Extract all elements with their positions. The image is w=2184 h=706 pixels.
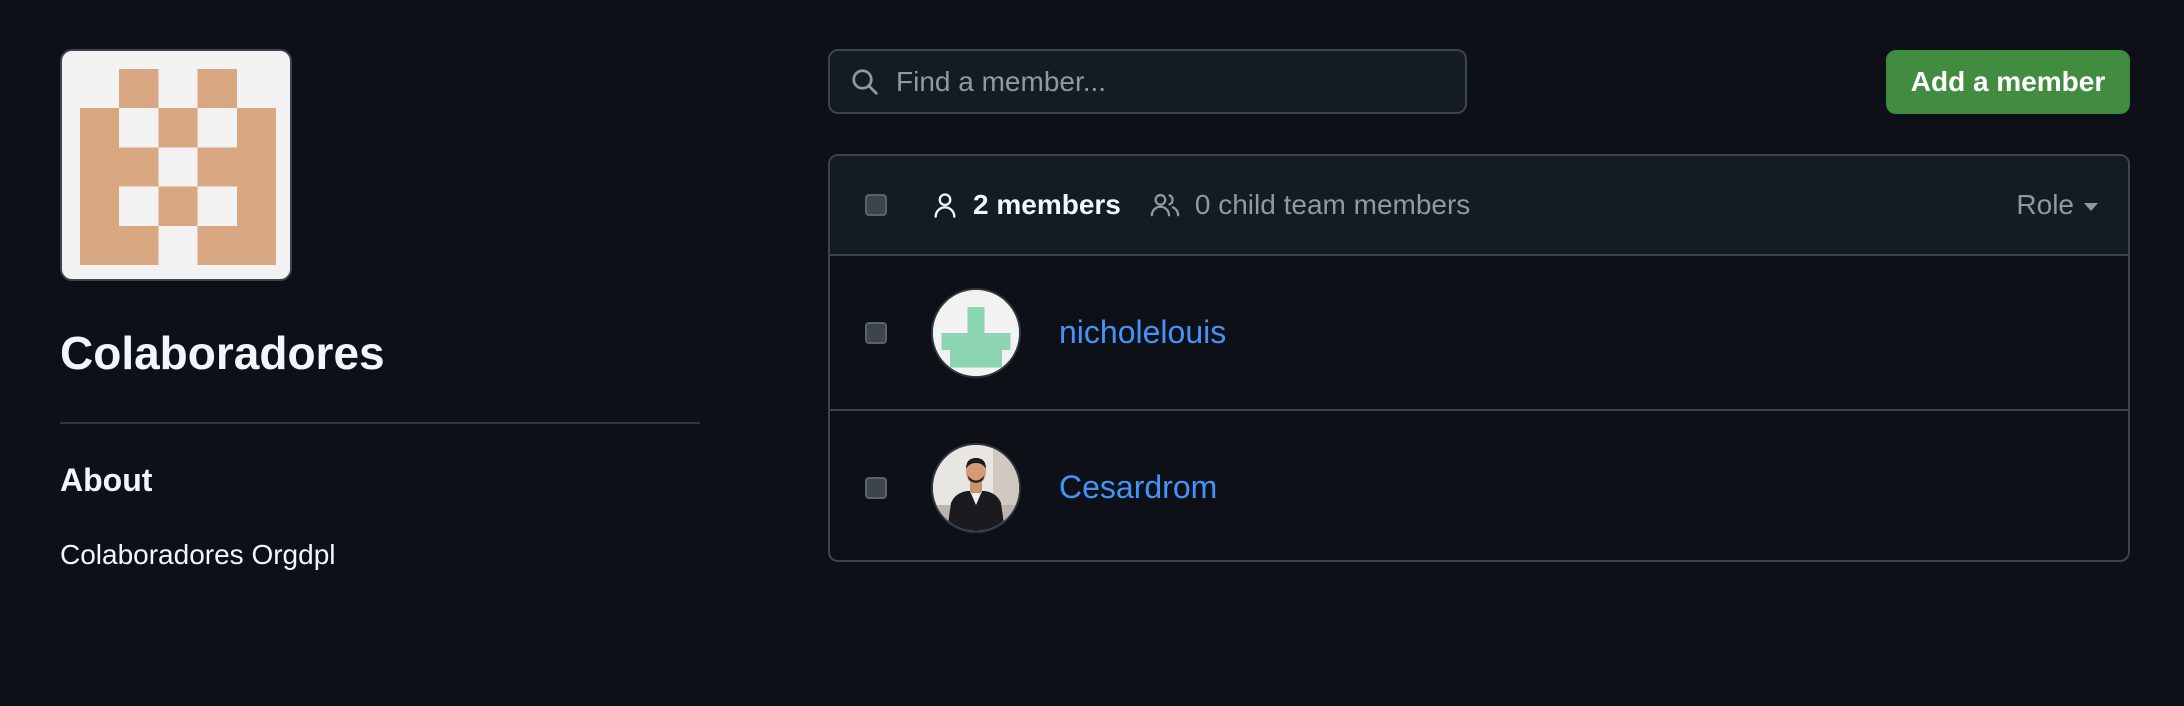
person-icon [931, 190, 959, 220]
about-description: Colaboradores Orgdpl [60, 539, 336, 570]
caret-down-icon [2084, 203, 2098, 211]
role-filter-dropdown[interactable]: Role [2016, 156, 2098, 254]
team-avatar [60, 49, 292, 281]
people-icon [1149, 190, 1181, 220]
member-checkbox[interactable] [865, 321, 887, 344]
team-name: Colaboradores [60, 327, 385, 379]
about-heading: About [60, 462, 153, 498]
avatar[interactable] [931, 442, 1021, 533]
avatar[interactable] [931, 287, 1021, 378]
member-checkbox[interactable] [865, 476, 887, 499]
add-member-button[interactable]: Add a member [1886, 50, 2130, 114]
member-search[interactable] [828, 49, 1467, 114]
role-filter-label: Role [2016, 189, 2074, 220]
member-username[interactable]: nicholelouis [1059, 314, 1226, 351]
member-row: nicholelouis [830, 256, 2128, 409]
divider [60, 422, 700, 424]
member-username[interactable]: Cesardrom [1059, 469, 1217, 506]
member-row: Cesardrom [830, 409, 2128, 560]
members-list: 2 members 0 child team members Role nich… [828, 154, 2130, 562]
team-sidebar: Colaboradores About Colaboradores Orgdpl [60, 49, 700, 571]
members-list-header: 2 members 0 child team members Role [830, 156, 2128, 256]
child-team-member-count[interactable]: 0 child team members [1195, 189, 1470, 221]
select-all-checkbox[interactable] [865, 194, 887, 216]
search-icon [852, 68, 878, 95]
search-input[interactable] [894, 64, 1458, 99]
member-count[interactable]: 2 members [973, 189, 1121, 221]
